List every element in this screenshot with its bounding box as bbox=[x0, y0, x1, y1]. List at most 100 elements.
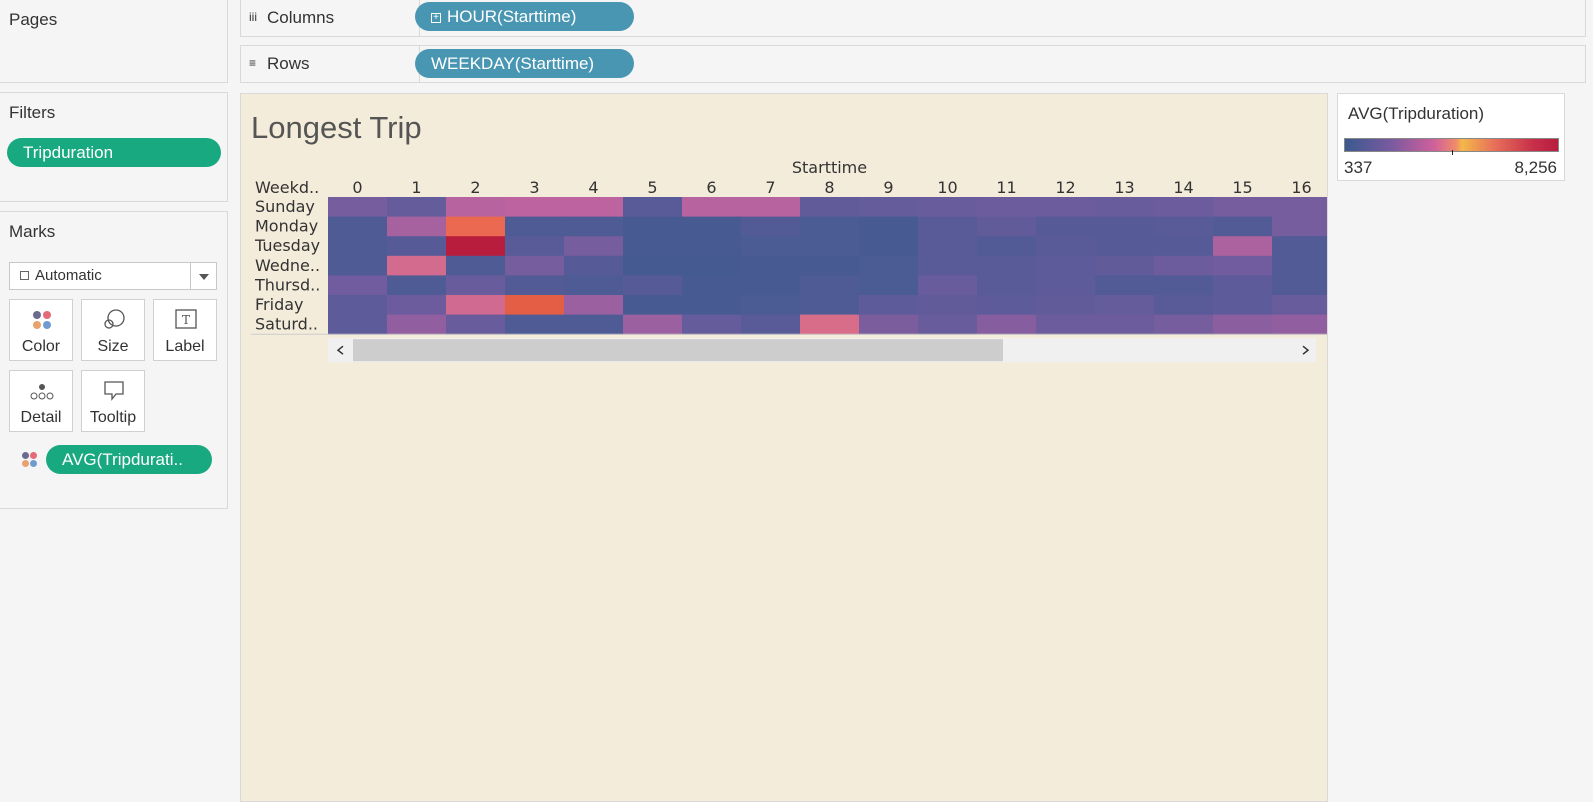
heatmap-cell bbox=[1154, 295, 1214, 316]
viz-area[interactable]: Longest Trip Starttime Weekd.. 0 1 2 3 4 5 6 7 8 9 1… bbox=[240, 93, 1328, 802]
x-tick-label: 8 bbox=[824, 178, 834, 197]
rows-shelf-label: ≡ Rows bbox=[249, 54, 310, 73]
heatmap-cell bbox=[1095, 295, 1155, 316]
filters-title: Filters bbox=[9, 103, 56, 122]
y-tick-label: Tuesday bbox=[254, 236, 320, 255]
heatmap-cell bbox=[859, 314, 919, 335]
heatmap-cell bbox=[623, 236, 683, 257]
heatmap-cell bbox=[682, 255, 742, 276]
y-tick-label: Monday bbox=[255, 217, 318, 236]
marks-title: Marks bbox=[9, 222, 56, 241]
x-tick-label: 12 bbox=[1055, 178, 1075, 197]
heatmap-cell bbox=[564, 255, 624, 276]
size-button-label: Size bbox=[97, 338, 129, 355]
heatmap-cell bbox=[328, 275, 388, 296]
heatmap-cell bbox=[1272, 236, 1327, 257]
y-tick-label: Friday bbox=[255, 295, 304, 314]
x-tick-label: 6 bbox=[706, 178, 716, 197]
detail-icon bbox=[10, 379, 72, 401]
heatmap-cell bbox=[1154, 255, 1214, 276]
filters-panel[interactable]: Filters Tripduration bbox=[0, 92, 228, 202]
dropdown-arrow-icon[interactable] bbox=[190, 263, 216, 289]
heatmap-cell bbox=[918, 216, 978, 237]
heatmap-cell bbox=[918, 314, 978, 335]
mark-type-dropdown[interactable]: Automatic bbox=[9, 262, 217, 290]
heatmap-cell bbox=[859, 216, 919, 237]
heatmap-cell bbox=[859, 295, 919, 316]
heatmap-cell bbox=[387, 255, 447, 276]
x-axis-header: Starttime bbox=[792, 158, 867, 177]
color-pill-avg-tripduration[interactable]: AVG(Tripdurati.. bbox=[46, 445, 212, 474]
size-button[interactable]: Size bbox=[81, 299, 145, 361]
heatmap-cell bbox=[446, 314, 506, 335]
heatmap-cell bbox=[1154, 197, 1214, 218]
heatmap-cell bbox=[1272, 295, 1327, 316]
columns-shelf-label: iii Columns bbox=[249, 8, 335, 27]
heatmap-cell bbox=[1036, 275, 1096, 296]
heatmap-cell bbox=[505, 275, 565, 296]
y-tick-label: Sunday bbox=[255, 197, 315, 216]
detail-button[interactable]: Detail bbox=[9, 370, 73, 432]
square-mark-icon bbox=[20, 271, 29, 280]
heatmap-cell bbox=[623, 314, 683, 335]
heatmap-cell bbox=[859, 236, 919, 257]
filter-pill-tripduration[interactable]: Tripduration bbox=[7, 138, 221, 167]
color-encoding-icon bbox=[22, 452, 38, 468]
heatmap-cell bbox=[800, 314, 860, 335]
columns-icon: iii bbox=[249, 10, 257, 24]
pages-title: Pages bbox=[9, 10, 58, 29]
x-tick-label: 15 bbox=[1232, 178, 1252, 197]
heatmap-cell bbox=[328, 314, 388, 335]
rows-pill-weekday-starttime[interactable]: WEEKDAY(Starttime) bbox=[415, 49, 634, 78]
heatmap-cell bbox=[328, 216, 388, 237]
legend-title: AVG(Tripduration) bbox=[1348, 104, 1485, 123]
heatmap-cell bbox=[918, 255, 978, 276]
heatmap-cell bbox=[741, 236, 801, 257]
mark-type-value: Automatic bbox=[35, 267, 102, 284]
y-axis-header: Weekd.. bbox=[255, 178, 319, 197]
heatmap-cell bbox=[328, 255, 388, 276]
heatmap-cell bbox=[1272, 216, 1327, 237]
heatmap-cell bbox=[387, 275, 447, 296]
color-legend[interactable]: AVG(Tripduration) 337 8,256 bbox=[1337, 93, 1565, 181]
columns-pill-hour-starttime[interactable]: + HOUR(Starttime) bbox=[415, 2, 634, 31]
heatmap-cell bbox=[918, 236, 978, 257]
heatmap-cell bbox=[741, 295, 801, 316]
heatmap-cell bbox=[623, 255, 683, 276]
heatmap-cell bbox=[741, 216, 801, 237]
rows-icon: ≡ bbox=[249, 56, 257, 70]
heatmap-cell bbox=[1213, 295, 1273, 316]
heatmap-cell bbox=[328, 197, 388, 218]
heatmap-cell bbox=[1036, 197, 1096, 218]
heatmap-cell bbox=[446, 275, 506, 296]
heatmap-cell bbox=[918, 295, 978, 316]
heatmap-cell bbox=[682, 314, 742, 335]
heatmap-chart[interactable]: StarttimeWeekd.. 0 1 2 3 4 5 6 7 8 9 10 11 12 13 14 15 16… bbox=[241, 94, 1328, 802]
tooltip-button[interactable]: Tooltip bbox=[81, 370, 145, 432]
heatmap-cell bbox=[1095, 216, 1155, 237]
x-tick-label: 16 bbox=[1291, 178, 1311, 197]
heatmap-cell bbox=[387, 314, 447, 335]
heatmap-cell bbox=[741, 314, 801, 335]
heatmap-cell bbox=[446, 216, 506, 237]
heatmap-cell bbox=[800, 197, 860, 218]
heatmap-cell bbox=[741, 197, 801, 218]
color-button[interactable]: Color bbox=[9, 299, 73, 361]
heatmap-cell bbox=[800, 216, 860, 237]
heatmap-cell bbox=[1272, 314, 1327, 335]
heatmap-cell bbox=[328, 295, 388, 316]
heatmap-cell bbox=[977, 216, 1037, 237]
heatmap-cell bbox=[623, 275, 683, 296]
expand-icon[interactable]: + bbox=[431, 13, 441, 23]
scrollbar-thumb[interactable] bbox=[353, 339, 1003, 362]
label-button[interactable]: T Label bbox=[153, 299, 217, 361]
heatmap-cell bbox=[859, 275, 919, 296]
heatmap-cell bbox=[1213, 275, 1273, 296]
x-tick-label: 13 bbox=[1114, 178, 1134, 197]
y-tick-label: Thursd.. bbox=[254, 275, 320, 294]
heatmap-cell bbox=[1154, 314, 1214, 335]
label-button-label: Label bbox=[165, 338, 205, 355]
heatmap-cell bbox=[1272, 275, 1327, 296]
x-tick-label: 10 bbox=[937, 178, 957, 197]
heatmap-cell bbox=[1213, 236, 1273, 257]
